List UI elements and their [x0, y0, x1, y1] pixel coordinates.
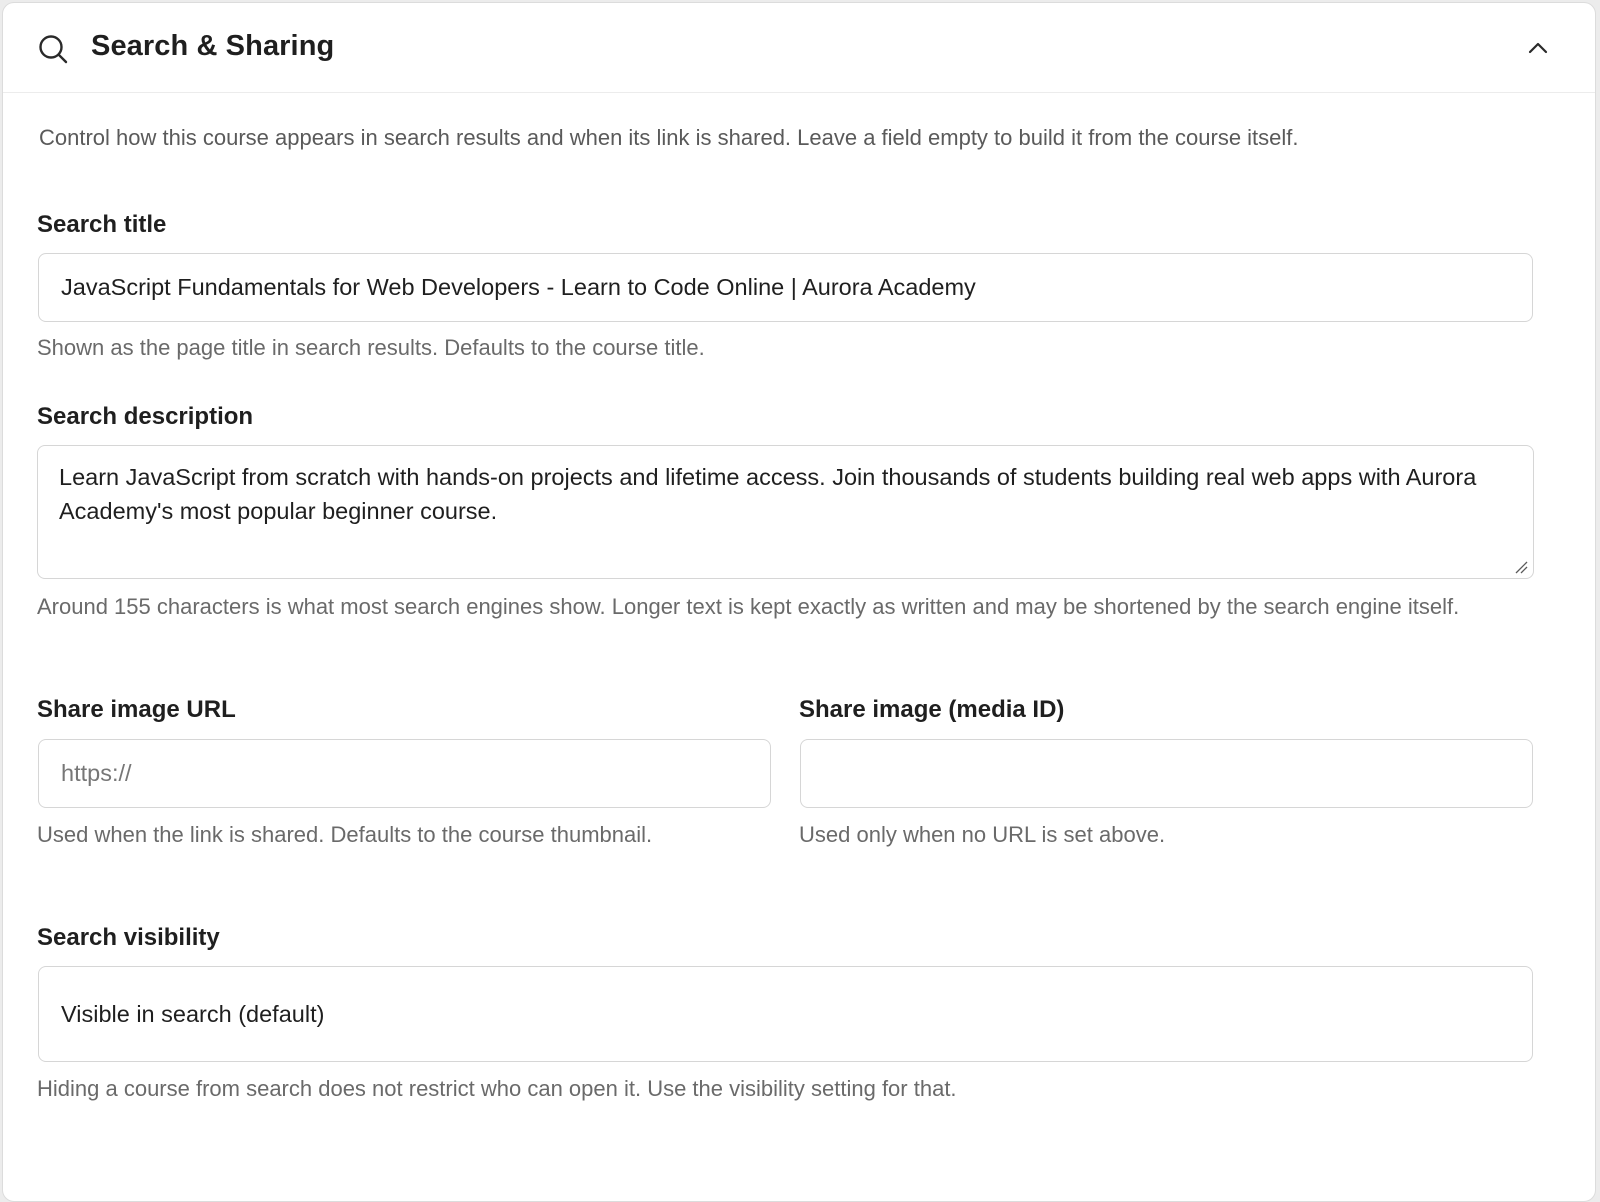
- collapse-button[interactable]: [1523, 33, 1553, 63]
- share-image-url-label: Share image URL: [37, 696, 236, 723]
- share-image-media-input[interactable]: [800, 739, 1533, 808]
- search-visibility-label: Search visibility: [37, 924, 220, 951]
- search-title-input[interactable]: [38, 253, 1533, 322]
- chevron-up-icon: [1528, 42, 1548, 54]
- search-visibility-help: Hiding a course from search does not res…: [37, 1076, 957, 1101]
- search-sharing-panel: Search & Sharing Control how this course…: [2, 2, 1596, 1202]
- search-title-help: Shown as the page title in search result…: [37, 335, 705, 360]
- share-image-url-input[interactable]: [38, 739, 771, 808]
- search-icon: [39, 35, 68, 64]
- search-description-textarea[interactable]: Learn JavaScript from scratch with hands…: [37, 445, 1534, 579]
- search-description-label: Search description: [37, 403, 254, 430]
- resize-handle-icon[interactable]: [1513, 559, 1529, 575]
- section-title: Search & Sharing: [91, 30, 335, 62]
- search-visibility-select[interactable]: Visible in search (default): [38, 966, 1533, 1062]
- share-image-url-help: Used when the link is shared. Defaults t…: [37, 822, 653, 847]
- search-description-help: Around 155 characters is what most searc…: [37, 594, 1460, 619]
- section-intro: Control how this course appears in searc…: [39, 125, 1299, 150]
- share-image-media-label: Share image (media ID): [799, 696, 1065, 723]
- panel-header[interactable]: Search & Sharing: [3, 3, 1595, 93]
- search-visibility-selected: Visible in search (default): [61, 1000, 325, 1027]
- search-title-label: Search title: [37, 211, 167, 238]
- share-image-media-help: Used only when no URL is set above.: [799, 822, 1166, 847]
